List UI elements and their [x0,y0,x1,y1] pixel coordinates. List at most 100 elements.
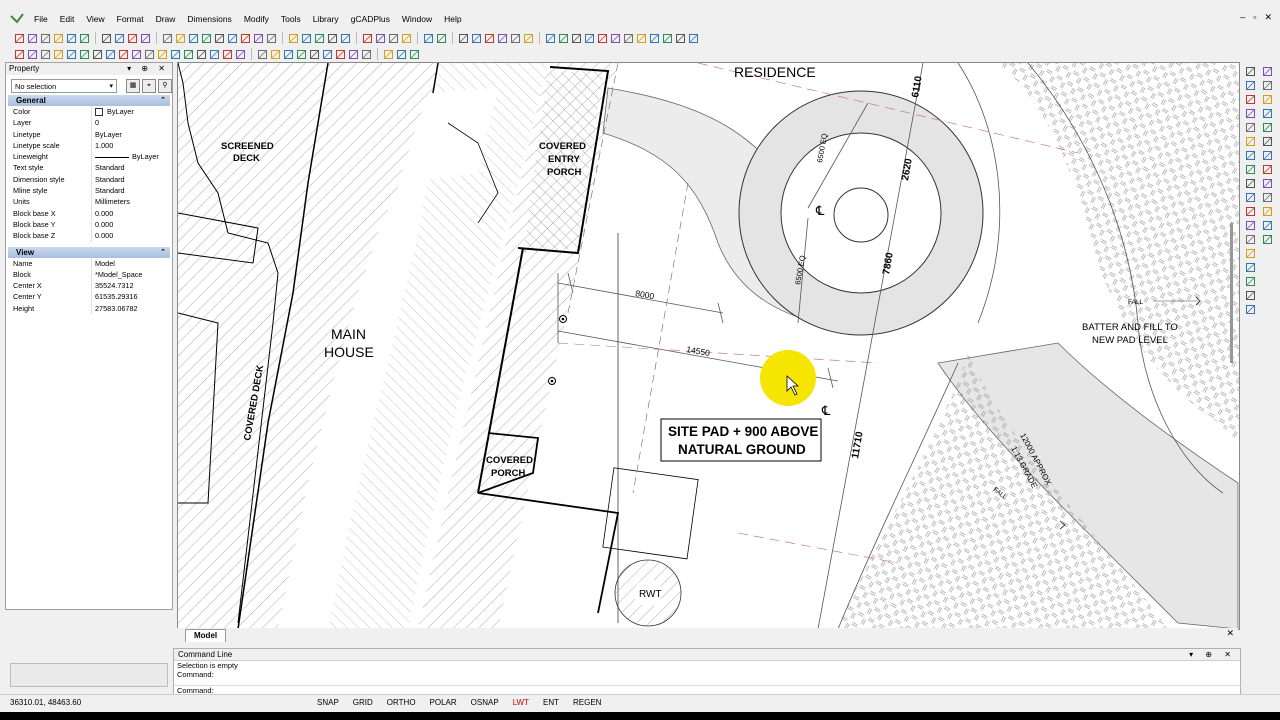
property-row[interactable]: Dimension style Standard [8,173,170,186]
property-value[interactable]: 0.000 [92,219,113,230]
toolbar-tool-icon[interactable] [388,33,399,44]
property-row[interactable]: Mline style Standard [8,185,170,197]
menu-edit[interactable]: Edit [54,13,81,25]
property-value[interactable]: ByLayer [92,129,122,140]
property-row[interactable]: Linetype scale 1.000 [8,139,170,152]
draw-tool-icon[interactable] [144,49,155,60]
edit-tool-icon[interactable] [1262,234,1273,245]
modify-tool-icon[interactable] [1245,178,1256,189]
status-toggle-grid[interactable]: GRID [346,697,380,709]
draw-tool-icon[interactable] [283,49,294,60]
toolbar-tool-icon[interactable] [188,33,199,44]
toolbar-tool-icon[interactable] [436,33,447,44]
panel-controls[interactable]: ▾ ⊕ ✕ [1189,649,1236,660]
draw-tool-icon[interactable] [296,49,307,60]
quick-select-button[interactable]: ⚲ [158,79,172,93]
draw-tool-icon[interactable] [222,49,233,60]
property-row[interactable]: Units Millimeters [8,196,170,208]
property-row[interactable]: Color ByLayer [8,106,170,118]
draw-tool-icon[interactable] [157,49,168,60]
menu-help[interactable]: Help [438,13,467,25]
toolbar-tool-icon[interactable] [423,33,434,44]
toolbar-tool-icon[interactable] [175,33,186,44]
draw-tool-icon[interactable] [40,49,51,60]
property-value[interactable]: 35524.7312 [92,280,134,291]
property-value[interactable]: Model [92,258,115,269]
toolbar-tool-icon[interactable] [649,33,660,44]
toolbar-tool-icon[interactable] [597,33,608,44]
property-row[interactable]: Height 27583.06782 [8,302,170,315]
edit-tool-icon[interactable] [1262,206,1273,217]
toolbar-tool-icon[interactable] [545,33,556,44]
modify-tool-icon[interactable] [1245,108,1256,119]
menu-view[interactable]: View [80,13,110,25]
toolbar-tool-icon[interactable] [340,33,351,44]
status-toggle-regen[interactable]: REGEN [566,697,608,709]
draw-tool-icon[interactable] [409,49,420,60]
draw-tool-icon[interactable] [209,49,220,60]
menu-library[interactable]: Library [307,13,345,25]
toolbar-tool-icon[interactable] [375,33,386,44]
toolbar-tool-icon[interactable] [610,33,621,44]
draw-tool-icon[interactable] [27,49,38,60]
draw-tool-icon[interactable] [66,49,77,60]
toolbar-tool-icon[interactable] [484,33,495,44]
draw-tool-icon[interactable] [335,49,346,60]
menu-draw[interactable]: Draw [150,13,182,25]
restore-icon[interactable]: ▫ [1253,12,1256,23]
property-row[interactable]: Lineweight ByLayer [8,151,170,163]
property-value[interactable]: ByLayer [92,151,159,162]
modify-tool-icon[interactable] [1245,262,1256,273]
status-toggle-snap[interactable]: SNAP [310,697,346,709]
toolbar-tool-icon[interactable] [101,33,112,44]
menu-window[interactable]: Window [396,13,438,25]
property-row[interactable]: Block base X 0.000 [8,207,170,219]
toolbar-tool-icon[interactable] [40,33,51,44]
view-section-header[interactable]: View ⌃ [8,246,170,258]
draw-tool-icon[interactable] [309,49,320,60]
property-row[interactable]: Name Model [8,257,170,269]
status-toggle-ortho[interactable]: ORTHO [380,697,423,709]
property-row[interactable]: Center Y 61535.29316 [8,291,170,303]
edit-tool-icon[interactable] [1262,220,1273,231]
property-value[interactable]: 61535.29316 [92,291,138,302]
draw-tool-icon[interactable] [118,49,129,60]
modify-tool-icon[interactable] [1245,304,1256,315]
edit-tool-icon[interactable] [1262,122,1273,133]
vertical-scrollbar[interactable] [1230,223,1233,363]
property-value[interactable]: 0 [92,117,99,128]
tab-model[interactable]: Model [185,629,227,642]
toolbar-tool-icon[interactable] [471,33,482,44]
draw-tool-icon[interactable] [361,49,372,60]
status-toggle-osnap[interactable]: OSNAP [464,697,506,709]
panel-controls[interactable]: ▾ ⊕ ✕ [127,63,169,75]
toolbar-tool-icon[interactable] [362,33,373,44]
property-row[interactable]: Block base Y 0.000 [8,218,170,231]
status-toggle-polar[interactable]: POLAR [423,697,464,709]
edit-tool-icon[interactable] [1262,192,1273,203]
site-plan-drawing[interactable]: RESIDENCE SCREENED DECK COVERED ENTRY PO… [178,63,1239,629]
property-value[interactable]: Standard [92,162,125,173]
close-icon[interactable]: ✕ [1226,628,1234,639]
toolbar-tool-icon[interactable] [623,33,634,44]
toolbar-tool-icon[interactable] [288,33,299,44]
toolbar-tool-icon[interactable] [327,33,338,44]
draw-tool-icon[interactable] [196,49,207,60]
draw-tool-icon[interactable] [257,49,268,60]
toggle-pickadd-button[interactable]: ▦ [126,79,140,93]
property-row[interactable]: Linetype ByLayer [8,128,170,140]
property-value[interactable]: 27583.06782 [92,303,138,314]
property-value[interactable]: 0.000 [92,208,113,219]
modify-tool-icon[interactable] [1245,94,1256,105]
edit-tool-icon[interactable] [1262,108,1273,119]
toolbar-tool-icon[interactable] [127,33,138,44]
toolbar-tool-icon[interactable] [214,33,225,44]
menu-format[interactable]: Format [111,13,150,25]
property-row[interactable]: Text style Standard [8,162,170,174]
select-objects-button[interactable]: ⌖ [142,79,156,93]
toolbar-tool-icon[interactable] [114,33,125,44]
edit-tool-icon[interactable] [1262,80,1273,91]
modify-tool-icon[interactable] [1245,234,1256,245]
toolbar-tool-icon[interactable] [675,33,686,44]
modify-tool-icon[interactable] [1245,122,1256,133]
